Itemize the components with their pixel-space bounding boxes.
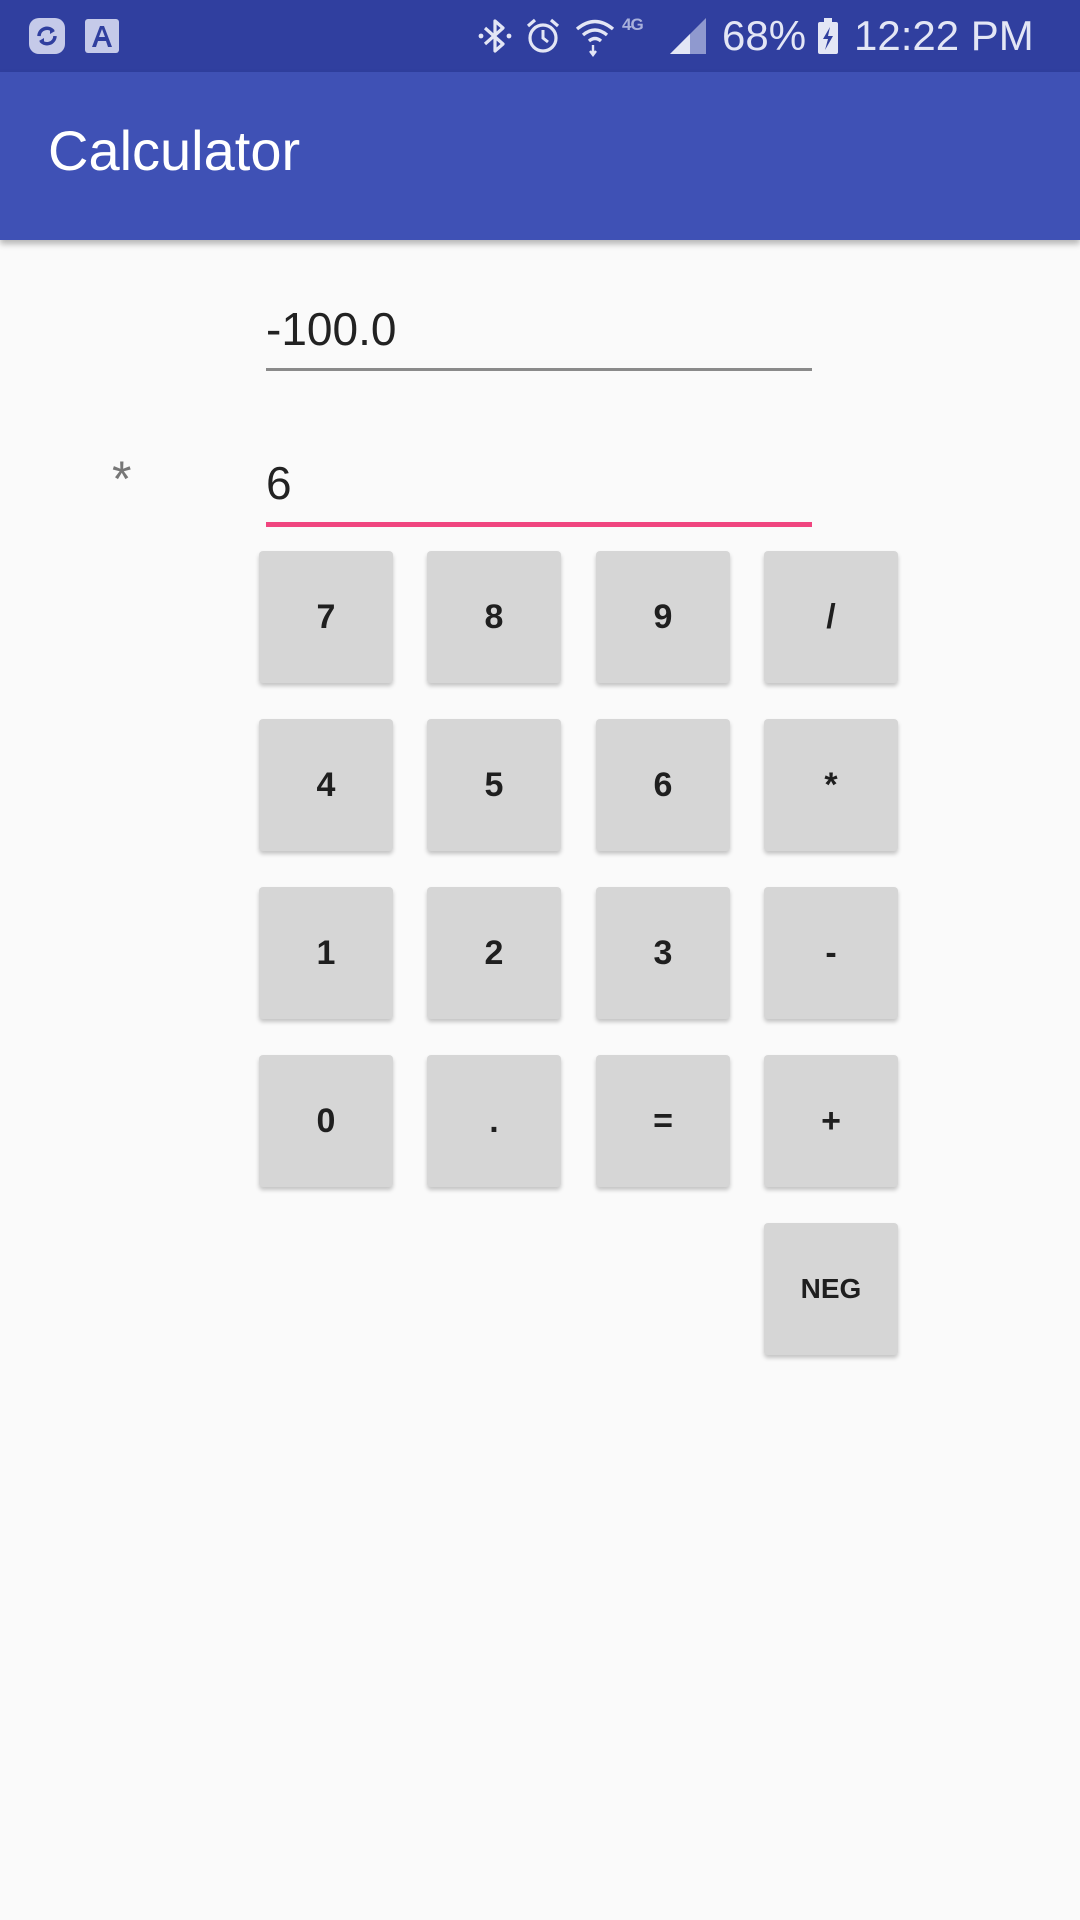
key-1-button[interactable]: 1: [259, 887, 393, 1019]
key-4-button[interactable]: 4: [259, 719, 393, 851]
alarm-icon: [524, 0, 562, 72]
second-operand-field[interactable]: 6: [266, 454, 812, 527]
key-6-button[interactable]: 6: [596, 719, 730, 851]
operator-label: *: [112, 451, 132, 507]
equals-button[interactable]: =: [596, 1055, 730, 1187]
wifi-icon: [574, 0, 616, 72]
font-icon: [84, 0, 120, 72]
first-operand-value: -100.0: [266, 303, 397, 355]
key-0-button[interactable]: 0: [259, 1055, 393, 1187]
app-bar: Calculator: [0, 72, 1080, 240]
network-type-label: 4G: [622, 15, 644, 34]
calculator-screen: 4G 68% 12:22 PM Calculator -100.0 * 6 7 …: [0, 0, 1080, 1920]
negate-button[interactable]: NEG: [764, 1223, 898, 1355]
key-2-button[interactable]: 2: [427, 887, 561, 1019]
battery-charging-icon: [816, 0, 840, 72]
multiply-button[interactable]: *: [764, 719, 898, 851]
first-operand-field[interactable]: -100.0: [266, 300, 812, 371]
clock-time: 12:22 PM: [854, 12, 1034, 59]
key-8-button[interactable]: 8: [427, 551, 561, 683]
key-7-button[interactable]: 7: [259, 551, 393, 683]
app-title: Calculator: [48, 119, 301, 182]
key-3-button[interactable]: 3: [596, 887, 730, 1019]
status-bar: 4G 68% 12:22 PM: [0, 0, 1080, 72]
key-5-button[interactable]: 5: [427, 719, 561, 851]
decimal-point-button[interactable]: .: [427, 1055, 561, 1187]
second-operand-value: 6: [266, 457, 292, 509]
minus-button[interactable]: -: [764, 887, 898, 1019]
sync-icon: [28, 0, 66, 72]
divide-button[interactable]: /: [764, 551, 898, 683]
battery-percent: 68%: [722, 12, 807, 59]
bluetooth-icon: [478, 0, 512, 72]
plus-button[interactable]: +: [764, 1055, 898, 1187]
signal-icon: [668, 0, 708, 72]
key-9-button[interactable]: 9: [596, 551, 730, 683]
